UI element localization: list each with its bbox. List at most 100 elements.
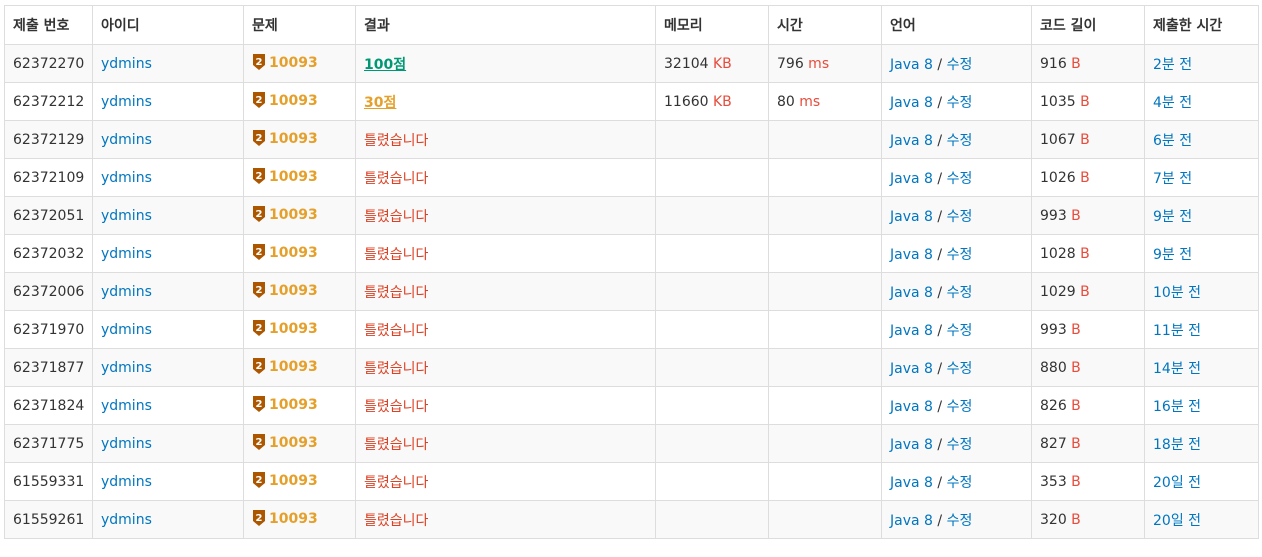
- user-cell: ydmins: [92, 424, 244, 463]
- submitted-time-link[interactable]: 9분 전: [1153, 209, 1192, 225]
- problem-link[interactable]: 10093: [269, 397, 318, 413]
- result-cell: 틀렸습니다: [355, 120, 656, 159]
- problem-cell: 2 10093: [243, 386, 356, 425]
- edit-link[interactable]: 수정: [947, 285, 973, 301]
- language-link[interactable]: Java 8: [890, 95, 933, 111]
- language-cell: Java 8 / 수정: [881, 348, 1032, 387]
- submitted-time-link[interactable]: 9분 전: [1153, 247, 1192, 263]
- submitted-time-link[interactable]: 14분 전: [1153, 361, 1201, 377]
- language-link[interactable]: Java 8: [890, 399, 933, 415]
- user-link[interactable]: ydmins: [101, 284, 152, 300]
- submitted-time-link[interactable]: 7분 전: [1153, 171, 1192, 187]
- result-text[interactable]: 30점: [364, 95, 396, 111]
- submitted-time-link[interactable]: 2분 전: [1153, 57, 1192, 73]
- edit-link[interactable]: 수정: [947, 209, 973, 225]
- submitted-time-cell: 9분 전: [1144, 234, 1259, 273]
- user-link[interactable]: ydmins: [101, 208, 152, 224]
- edit-link[interactable]: 수정: [947, 513, 973, 529]
- edit-link[interactable]: 수정: [947, 133, 973, 149]
- language-link[interactable]: Java 8: [890, 133, 933, 149]
- user-link[interactable]: ydmins: [101, 94, 152, 110]
- problem-link[interactable]: 10093: [269, 359, 318, 375]
- result-text: 틀렸습니다: [364, 208, 429, 225]
- edit-link[interactable]: 수정: [947, 171, 973, 187]
- result-text[interactable]: 100점: [364, 57, 406, 73]
- user-cell: ydmins: [92, 82, 244, 121]
- edit-link[interactable]: 수정: [947, 57, 973, 73]
- result-cell: 틀렸습니다: [355, 462, 656, 501]
- code-length-unit: B: [1066, 473, 1081, 490]
- submitted-time-link[interactable]: 6분 전: [1153, 133, 1192, 149]
- submitted-time-link[interactable]: 18분 전: [1153, 437, 1201, 453]
- edit-link[interactable]: 수정: [947, 95, 973, 111]
- problem-link[interactable]: 10093: [269, 283, 318, 299]
- submitted-time-link[interactable]: 16분 전: [1153, 399, 1201, 415]
- language-link[interactable]: Java 8: [890, 171, 933, 187]
- header-submitted-time: 제출한 시간: [1144, 5, 1259, 45]
- submitted-time-link[interactable]: 11분 전: [1153, 323, 1201, 339]
- language-link[interactable]: Java 8: [890, 57, 933, 73]
- user-link[interactable]: ydmins: [101, 398, 152, 414]
- user-link[interactable]: ydmins: [101, 512, 152, 528]
- submitted-time-link[interactable]: 20일 전: [1153, 475, 1201, 491]
- code-length-value: 826: [1040, 397, 1067, 414]
- user-link[interactable]: ydmins: [101, 474, 152, 490]
- problem-link[interactable]: 10093: [269, 55, 318, 71]
- edit-link[interactable]: 수정: [947, 475, 973, 491]
- problem-link[interactable]: 10093: [269, 131, 318, 147]
- language-link[interactable]: Java 8: [890, 361, 933, 377]
- language-link[interactable]: Java 8: [890, 209, 933, 225]
- result-text: 틀렸습니다: [364, 436, 429, 453]
- problem-link[interactable]: 10093: [269, 245, 318, 261]
- edit-link[interactable]: 수정: [947, 399, 973, 415]
- user-cell: ydmins: [92, 348, 244, 387]
- result-cell: 100점: [355, 44, 656, 83]
- problem-link[interactable]: 10093: [269, 93, 318, 109]
- problem-cell: 2 10093: [243, 82, 356, 121]
- language-link[interactable]: Java 8: [890, 247, 933, 263]
- language-link[interactable]: Java 8: [890, 437, 933, 453]
- submitted-time-cell: 14분 전: [1144, 348, 1259, 387]
- edit-link[interactable]: 수정: [947, 247, 973, 263]
- problem-link[interactable]: 10093: [269, 207, 318, 223]
- user-link[interactable]: ydmins: [101, 170, 152, 186]
- submission-id-cell: 62371775: [4, 424, 93, 463]
- tier-level-text: 2: [256, 209, 263, 220]
- bronze-2-tier-icon: 2: [252, 91, 266, 112]
- language-link[interactable]: Java 8: [890, 475, 933, 491]
- user-cell: ydmins: [92, 310, 244, 349]
- problem-link[interactable]: 10093: [269, 169, 318, 185]
- problem-cell: 2 10093: [243, 272, 356, 311]
- result-cell: 틀렸습니다: [355, 424, 656, 463]
- problem-link[interactable]: 10093: [269, 511, 318, 527]
- submitted-time-link[interactable]: 20일 전: [1153, 513, 1201, 529]
- problem-link[interactable]: 10093: [269, 473, 318, 489]
- language-link[interactable]: Java 8: [890, 323, 933, 339]
- memory-value: 11660: [664, 93, 709, 110]
- table-row: 62372270 ydmins 2 10093 100점 32104 KB 796…: [4, 44, 1259, 83]
- problem-link[interactable]: 10093: [269, 435, 318, 451]
- memory-cell: [655, 386, 769, 425]
- submitted-time-link[interactable]: 10분 전: [1153, 285, 1201, 301]
- language-link[interactable]: Java 8: [890, 513, 933, 529]
- code-length-unit: B: [1066, 55, 1081, 72]
- edit-link[interactable]: 수정: [947, 361, 973, 377]
- time-cell: [768, 462, 882, 501]
- user-link[interactable]: ydmins: [101, 56, 152, 72]
- code-length-unit: B: [1075, 131, 1090, 148]
- language-link[interactable]: Java 8: [890, 285, 933, 301]
- user-link[interactable]: ydmins: [101, 360, 152, 376]
- submitted-time-link[interactable]: 4분 전: [1153, 95, 1192, 111]
- edit-link[interactable]: 수정: [947, 323, 973, 339]
- edit-link[interactable]: 수정: [947, 437, 973, 453]
- user-link[interactable]: ydmins: [101, 132, 152, 148]
- memory-value: 32104: [664, 55, 709, 72]
- result-text: 틀렸습니다: [364, 322, 429, 339]
- problem-link[interactable]: 10093: [269, 321, 318, 337]
- tier-level-text: 2: [256, 247, 263, 258]
- user-link[interactable]: ydmins: [101, 246, 152, 262]
- code-length-unit: B: [1075, 245, 1090, 262]
- user-link[interactable]: ydmins: [101, 436, 152, 452]
- user-link[interactable]: ydmins: [101, 322, 152, 338]
- code-length-value: 1067: [1040, 131, 1076, 148]
